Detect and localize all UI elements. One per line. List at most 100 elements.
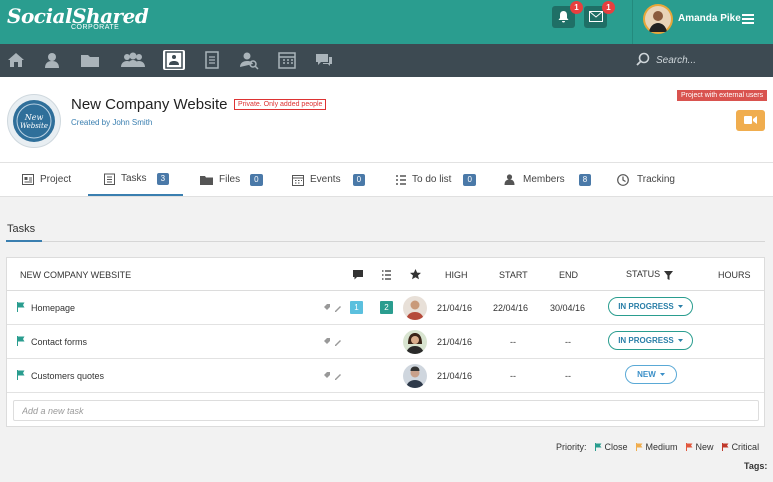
table-row[interactable]: Customers quotes 21/04/16 -- -- NEW — [7, 359, 764, 393]
star-icon — [410, 269, 421, 280]
tab-files-label: Files — [219, 174, 241, 185]
task-high-date: 21/04/16 — [437, 303, 473, 313]
chevron-down-icon — [659, 373, 665, 376]
task-name[interactable]: Customers quotes — [31, 371, 104, 381]
clipboard-icon[interactable] — [201, 50, 223, 70]
legend-item: New — [685, 442, 714, 452]
home-icon[interactable] — [5, 50, 27, 70]
tab-files-count: 0 — [250, 173, 263, 186]
comments-column-icon — [353, 270, 363, 280]
group-title: NEW COMPANY WEBSITE — [20, 270, 132, 280]
col-status[interactable]: STATUS — [626, 269, 660, 279]
priority-label: Priority: — [556, 442, 587, 452]
assignee-avatar[interactable] — [403, 330, 427, 354]
table-row[interactable]: Homepage 1 2 21/04/16 22/04/16 30/04/16 … — [7, 291, 764, 325]
task-name[interactable]: Contact forms — [31, 337, 87, 347]
comments-count[interactable]: 1 — [350, 301, 363, 314]
tab-events[interactable]: Events 0 — [292, 163, 366, 196]
tag-edit-icons[interactable] — [324, 304, 342, 312]
add-task-input[interactable] — [13, 400, 759, 421]
col-hours[interactable]: HOURS — [718, 270, 751, 280]
user-avatar[interactable] — [643, 4, 673, 34]
tab-project[interactable]: Project — [22, 163, 88, 196]
task-end-date: 30/04/16 — [550, 303, 586, 313]
tab-todo[interactable]: To do list 0 — [396, 163, 476, 196]
status-label: IN PROGRESS — [618, 336, 674, 345]
search-input[interactable] — [656, 50, 746, 70]
task-name[interactable]: Homepage — [31, 303, 75, 313]
user-name[interactable]: Amanda Pike — [678, 13, 741, 24]
envelope-icon — [589, 11, 603, 22]
chat-icon[interactable] — [313, 50, 335, 70]
status-dropdown[interactable]: IN PROGRESS — [608, 331, 693, 350]
col-end[interactable]: END — [559, 270, 578, 280]
tag-edit-icons[interactable] — [324, 338, 342, 346]
task-end-date: -- — [565, 337, 571, 347]
status-label: NEW — [637, 370, 656, 379]
created-by[interactable]: Created by John Smith — [71, 118, 152, 127]
search-icon[interactable] — [636, 52, 650, 66]
tab-members[interactable]: Members 8 — [504, 163, 592, 196]
video-camera-icon — [744, 116, 757, 124]
chevron-down-icon — [677, 305, 683, 308]
subtasks-column-icon — [382, 270, 391, 280]
project-tabs: Project Tasks 3 Files 0 Events 0 To do l… — [0, 163, 773, 197]
calendar-icon[interactable] — [276, 50, 298, 70]
tab-files[interactable]: Files 0 — [200, 163, 263, 196]
assignee-avatar[interactable] — [403, 364, 427, 388]
task-start-date: -- — [510, 337, 516, 347]
legend-item: Close — [594, 442, 628, 452]
tab-tracking[interactable]: Tracking — [617, 163, 675, 196]
project-logo-text-2: Website — [20, 122, 48, 130]
task-start-date: 22/04/16 — [493, 303, 529, 313]
status-dropdown[interactable]: IN PROGRESS — [608, 297, 693, 316]
task-high-date: 21/04/16 — [437, 337, 473, 347]
app-logo-subtitle: CORPORATE — [71, 24, 120, 31]
tab-tasks-count: 3 — [156, 172, 170, 185]
clock-icon — [617, 173, 629, 186]
tasks-icon — [104, 173, 115, 185]
user-icon — [504, 174, 515, 185]
col-high[interactable]: HIGH — [445, 270, 468, 280]
priority-legend: Priority: Close Medium New Critical — [556, 442, 759, 452]
tab-events-count: 0 — [352, 173, 366, 186]
user-search-icon[interactable] — [238, 50, 260, 70]
group-icon[interactable] — [120, 50, 146, 70]
project-title: New Company Website — [71, 96, 228, 113]
tab-tasks-label: Tasks — [121, 173, 147, 184]
calendar-icon — [292, 174, 304, 186]
task-end-date: -- — [565, 371, 571, 381]
tab-todo-count: 0 — [463, 173, 476, 186]
chevron-down-icon — [677, 339, 683, 342]
notifications-badge: 1 — [570, 1, 583, 14]
menu-icon[interactable] — [742, 14, 754, 24]
status-label: IN PROGRESS — [618, 302, 674, 311]
task-high-date: 21/04/16 — [437, 371, 473, 381]
legend-item-label: Medium — [645, 442, 678, 452]
video-call-button[interactable] — [736, 110, 765, 131]
tasks-panel: NEW COMPANY WEBSITE HIGH START END STATU… — [6, 257, 765, 427]
task-start-date: -- — [510, 371, 516, 381]
project-icon — [22, 174, 34, 185]
legend-item-label: Close — [604, 442, 628, 452]
user-icon[interactable] — [41, 50, 63, 70]
notifications-button[interactable]: 1 — [552, 1, 583, 28]
external-users-badge: Project with external users — [677, 90, 768, 101]
status-dropdown[interactable]: NEW — [625, 365, 677, 384]
table-row[interactable]: Contact forms 21/04/16 -- -- IN PROGRESS — [7, 325, 764, 359]
subtasks-count[interactable]: 2 — [380, 301, 393, 314]
tab-tasks[interactable]: Tasks 3 — [88, 163, 183, 196]
privacy-badge: Private. Only added people — [234, 99, 327, 110]
filter-icon[interactable] — [664, 271, 673, 280]
col-start[interactable]: START — [499, 270, 528, 280]
flag-icon — [594, 443, 602, 451]
messages-badge: 1 — [602, 1, 615, 14]
section-underline — [6, 240, 42, 242]
list-icon — [396, 174, 406, 185]
tag-edit-icons[interactable] — [324, 372, 342, 380]
folder-icon[interactable] — [79, 50, 101, 70]
messages-button[interactable]: 1 — [584, 1, 615, 28]
assignee-avatar[interactable] — [403, 296, 427, 320]
tab-tracking-label: Tracking — [637, 174, 675, 185]
org-chart-icon[interactable] — [163, 50, 185, 70]
